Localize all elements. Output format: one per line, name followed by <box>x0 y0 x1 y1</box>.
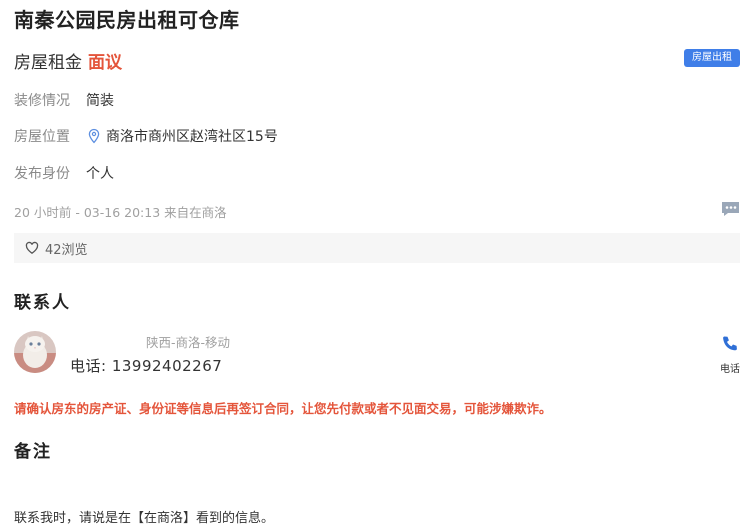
detail-decoration: 装修情况 简装 <box>14 90 114 110</box>
rent-row: 房屋租金 面议 <box>14 48 122 73</box>
listing-type-badge[interactable]: 房屋出租 <box>684 49 740 67</box>
detail-identity: 发布身份 个人 <box>14 163 114 183</box>
detail-location: 房屋位置 商洛市商州区赵湾社区15号 <box>14 126 278 146</box>
post-meta: 20 小时前 - 03-16 20:13 来自在商洛 <box>14 205 227 220</box>
avatar[interactable] <box>14 331 56 373</box>
contact-region: 陕西-商洛-移动 <box>146 335 231 350</box>
listing-title: 南秦公园民房出租可仓库 <box>14 8 240 32</box>
remarks-heading: 备注 <box>14 442 52 462</box>
view-count: 42浏览 <box>45 242 88 258</box>
rent-value: 面议 <box>88 53 122 73</box>
detail-label: 房屋位置 <box>14 129 70 145</box>
remarks-text: 联系我时，请说是在【在商洛】看到的信息。 <box>14 511 275 526</box>
call-label: 电话 <box>720 364 740 375</box>
call-button[interactable]: 电话 <box>716 334 744 375</box>
detail-label: 装修情况 <box>14 93 70 109</box>
heart-icon[interactable] <box>25 241 39 255</box>
fraud-warning: 请确认房东的房产证、身份证等信息后再签订合同，让您先付款或者不见面交易，可能涉嫌… <box>14 401 552 416</box>
contact-heading: 联系人 <box>14 293 71 313</box>
detail-value: 个人 <box>86 166 114 182</box>
phone-icon <box>723 336 737 351</box>
view-count-bar: 42浏览 <box>14 233 740 263</box>
chat-bubble-icon[interactable] <box>719 200 741 218</box>
rent-label: 房屋租金 <box>14 53 82 73</box>
detail-value[interactable]: 商洛市商州区赵湾社区15号 <box>106 126 278 146</box>
detail-label: 发布身份 <box>14 166 70 182</box>
location-pin-icon <box>88 128 100 144</box>
contact-phone[interactable]: 电话: 13992402267 <box>70 355 222 376</box>
detail-value: 简装 <box>86 93 114 109</box>
